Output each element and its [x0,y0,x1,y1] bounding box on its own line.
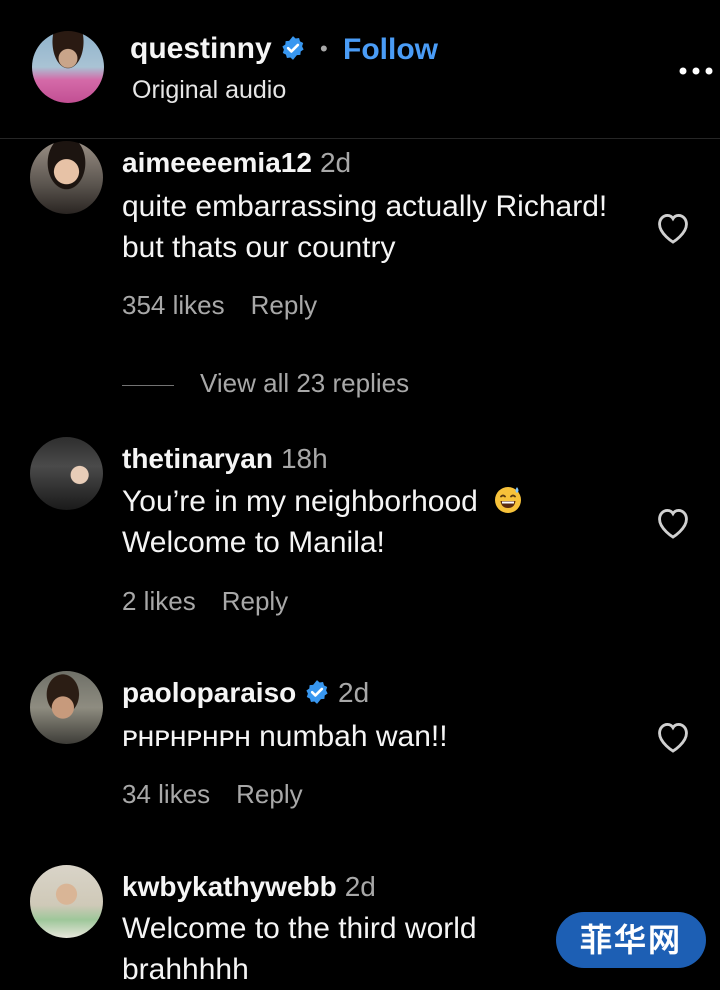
comment-line: but thats our country [122,231,396,264]
comment-username-text[interactable]: aimeeeemia12 [122,147,312,178]
comment-username-text[interactable]: kwbykathywebb [122,871,337,902]
author-username-text[interactable]: questinny [130,32,272,65]
comment-username[interactable]: aimeeeemia12 2d [122,147,351,179]
comment-line: Welcome to Manila! [122,526,385,559]
heart-icon[interactable] [654,718,692,754]
comment-line: ᴘʜᴘʜᴘʜᴘʜ numbah wan!! [122,720,448,753]
verified-badge-icon [282,36,304,60]
comment-meta: 2 likes Reply [122,586,314,617]
comment-time: 2d [319,147,352,178]
view-replies-label[interactable]: View all 23 replies [200,368,409,398]
comment-username-text[interactable]: paoloparaiso [122,677,296,708]
reply-button[interactable]: Reply [251,290,317,320]
verified-badge-icon [306,680,328,704]
author-username[interactable]: questinny [130,32,306,66]
replies-divider [122,384,174,386]
reel-header: questinny • Follow Original audio [0,0,720,139]
comment-text: quite embarrassing actually Richard! but… [122,186,642,268]
comment-username[interactable]: kwbykathywebb 2d [122,871,376,903]
comment-username-text[interactable]: thetinaryan [122,443,273,474]
like-count[interactable]: 2 likes [122,586,196,616]
like-count[interactable]: 354 likes [122,290,225,320]
commenter-avatar[interactable] [30,671,103,744]
author-avatar[interactable] [32,31,104,103]
grinning-sweat-emoji-icon [494,487,521,513]
like-count[interactable]: 34 likes [122,779,210,809]
heart-icon[interactable] [654,209,692,245]
more-options-icon[interactable] [678,57,714,77]
commenter-avatar[interactable] [30,437,103,510]
follow-button[interactable]: Follow [343,33,438,67]
audio-label[interactable]: Original audio [132,76,286,105]
comment-line: You’re in my neighborhood [122,481,642,522]
comment-meta: 354 likes Reply [122,290,343,321]
heart-icon[interactable] [654,504,692,540]
comment-text: ᴘʜᴘʜᴘʜᴘʜ numbah wan!! [122,716,642,757]
reply-button[interactable]: Reply [236,779,302,809]
view-replies-button[interactable]: View all 23 replies [122,368,409,399]
comment-username[interactable]: thetinaryan 18h [122,443,328,475]
comment-time: 2d [344,871,376,902]
commenter-avatar[interactable] [30,141,103,214]
comment-time: 18h [280,443,328,474]
comment-line: quite embarrassing actually Richard! [122,190,608,223]
watermark-badge: 菲华网 [556,912,706,968]
comment-time: 2d [338,677,370,708]
comment-text: You’re in my neighborhood Welcome to Man… [122,481,642,563]
reply-button[interactable]: Reply [222,586,288,616]
separator-dot: • [320,36,328,61]
commenter-avatar[interactable] [30,865,103,938]
comment-username[interactable]: paoloparaiso 2d [122,677,369,709]
comment-meta: 34 likes Reply [122,779,329,810]
